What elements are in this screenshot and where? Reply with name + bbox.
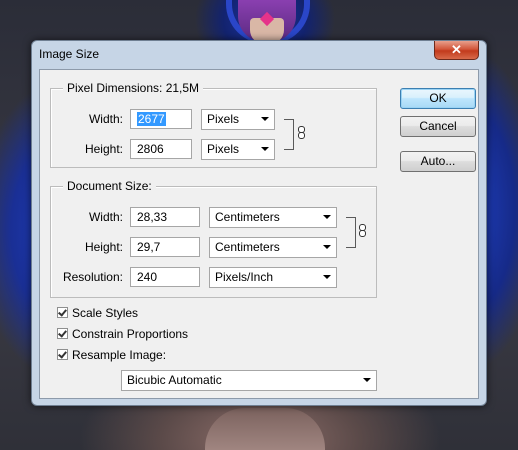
- doc-width-value: 28,33: [137, 210, 168, 224]
- checkbox-checked-icon: [57, 328, 68, 339]
- pixel-width-unit-select[interactable]: Pixels: [201, 109, 275, 130]
- resample-method-value: Bicubic Automatic: [127, 373, 222, 387]
- chevron-down-icon: [363, 378, 371, 382]
- document-size-group: Document Size: Width: 28,33 Centimeters …: [50, 179, 377, 298]
- pixel-height-label: Height:: [84, 142, 123, 156]
- pixel-width-value: 2677: [137, 112, 166, 126]
- doc-height-value: 29,7: [137, 240, 161, 254]
- close-button[interactable]: ✕: [434, 41, 479, 60]
- checkbox-checked-icon: [57, 307, 68, 318]
- pixel-height-value: 2806: [137, 142, 164, 156]
- doc-width-input[interactable]: 28,33: [130, 207, 200, 227]
- pixel-link-bracket: [284, 119, 294, 150]
- chevron-down-icon: [323, 245, 331, 249]
- checkbox-checked-icon: [57, 349, 68, 360]
- pixel-height-input[interactable]: 2806: [130, 139, 192, 159]
- chain-link-icon: [298, 126, 305, 139]
- ok-button[interactable]: OK: [400, 88, 476, 109]
- dialog-body: Pixel Dimensions: 21,5M Width: 2677 Pixe…: [39, 69, 479, 399]
- pixel-width-input[interactable]: 2677: [130, 109, 192, 129]
- doc-height-label: Height:: [84, 240, 123, 254]
- doc-height-unit: Centimeters: [215, 240, 280, 254]
- pixel-width-label: Width:: [88, 112, 123, 126]
- doc-link-bracket: [346, 217, 356, 248]
- close-icon: ✕: [451, 42, 462, 57]
- chevron-down-icon: [323, 275, 331, 279]
- scale-styles-label: Scale Styles: [72, 306, 139, 320]
- resolution-label: Resolution:: [62, 270, 123, 284]
- pixel-width-unit: Pixels: [207, 112, 240, 126]
- chevron-down-icon: [261, 147, 269, 151]
- resolution-unit: Pixels/Inch: [215, 270, 274, 284]
- constrain-proportions-label: Constrain Proportions: [72, 327, 189, 341]
- chevron-down-icon: [261, 117, 269, 121]
- resample-method-select[interactable]: Bicubic Automatic: [121, 370, 377, 391]
- resolution-value: 240: [137, 270, 158, 284]
- pixel-dimensions-legend: Pixel Dimensions: 21,5M: [63, 81, 204, 95]
- doc-width-unit-select[interactable]: Centimeters: [209, 207, 337, 228]
- doc-height-unit-select[interactable]: Centimeters: [209, 237, 337, 258]
- resolution-input[interactable]: 240: [130, 267, 200, 287]
- doc-width-label: Width:: [88, 210, 123, 224]
- doc-width-unit: Centimeters: [215, 210, 280, 224]
- dialog-title: Image Size: [39, 47, 100, 61]
- resolution-unit-select[interactable]: Pixels/Inch: [209, 267, 337, 288]
- pixel-height-unit-select[interactable]: Pixels: [201, 139, 275, 160]
- doc-height-input[interactable]: 29,7: [130, 237, 200, 257]
- chevron-down-icon: [323, 215, 331, 219]
- chain-link-icon: [359, 224, 366, 237]
- pixel-height-unit: Pixels: [207, 142, 240, 156]
- image-size-dialog: Image Size ✕ Pixel Dimensions: 21,5M Wid…: [31, 40, 487, 406]
- resample-image-label: Resample Image:: [72, 348, 167, 362]
- photo-leg: [205, 408, 325, 450]
- document-size-legend: Document Size:: [63, 179, 156, 193]
- auto-button[interactable]: Auto...: [400, 151, 476, 172]
- cancel-button[interactable]: Cancel: [400, 116, 476, 137]
- title-bar[interactable]: Image Size ✕: [32, 41, 486, 69]
- pixel-dimensions-group: Pixel Dimensions: 21,5M Width: 2677 Pixe…: [50, 81, 377, 168]
